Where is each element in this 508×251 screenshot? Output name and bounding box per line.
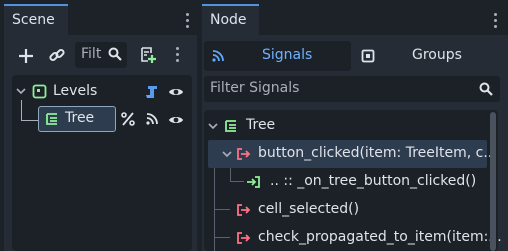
- scene-options-icon[interactable]: [176, 47, 180, 65]
- search-icon: [108, 47, 122, 61]
- tab-node-label: Node: [210, 12, 247, 28]
- tree-guide-line: [230, 181, 244, 182]
- chevron-down-icon[interactable]: [208, 121, 218, 131]
- tree-root-label: Tree: [246, 117, 276, 133]
- groups-icon: [361, 49, 375, 63]
- signal-row[interactable]: cell_selected(): [236, 200, 486, 220]
- node-menu-icon[interactable]: [494, 13, 498, 31]
- signal-icon: [236, 147, 251, 161]
- tree-connector: [21, 100, 38, 121]
- connection-label: .. :: _on_tree_button_clicked(): [270, 173, 477, 189]
- search-icon: [479, 82, 493, 96]
- tab-groups-label: Groups: [412, 47, 462, 63]
- signal-row-selected[interactable]: button_clicked(item: TreeItem, c...: [208, 140, 497, 168]
- scene-filter-placeholder: Filt: [81, 46, 102, 62]
- script-icon[interactable]: [144, 84, 160, 100]
- link-icon[interactable]: [48, 46, 66, 64]
- connection-icon: [246, 175, 261, 189]
- scrollbar-thumb[interactable]: [490, 112, 496, 251]
- signal-label: check_propagated_to_item(item:...: [258, 229, 502, 245]
- scene-node-label: Tree: [65, 110, 95, 126]
- tree-node-icon: [45, 112, 59, 126]
- scene-filter-input[interactable]: Filt: [75, 42, 127, 68]
- unique-name-icon[interactable]: [121, 112, 135, 126]
- signal-icon: [236, 203, 251, 217]
- tab-node[interactable]: Node: [202, 4, 259, 35]
- scene-node-tree[interactable]: Tree: [38, 106, 116, 132]
- chevron-down-icon[interactable]: [16, 86, 26, 96]
- tree-node-icon: [224, 119, 238, 133]
- scene-node-levels[interactable]: Levels: [32, 82, 142, 102]
- visibility-eye-icon[interactable]: [168, 114, 184, 126]
- tree-guide-line: [214, 209, 230, 210]
- node-2d-icon: [32, 84, 48, 100]
- tab-signals[interactable]: Signals: [204, 41, 351, 71]
- add-node-icon[interactable]: [17, 47, 35, 65]
- scene-menu-icon[interactable]: [186, 13, 190, 31]
- signal-row[interactable]: check_propagated_to_item(item:...: [236, 228, 502, 248]
- tab-scene[interactable]: Scene: [4, 4, 68, 35]
- signal-label: button_clicked(item: TreeItem, c...: [258, 145, 497, 161]
- signal-icon: [236, 231, 251, 245]
- tree-root-row[interactable]: Tree: [224, 116, 424, 136]
- signal-label: cell_selected(): [258, 201, 360, 217]
- tab-signals-label: Signals: [262, 47, 313, 63]
- tab-scene-label: Scene: [12, 12, 55, 28]
- chevron-down-icon[interactable]: [222, 149, 232, 159]
- connection-row[interactable]: .. :: _on_tree_button_clicked(): [246, 172, 486, 192]
- scene-node-label: Levels: [53, 83, 98, 99]
- tree-guide-line: [214, 237, 230, 238]
- attach-script-icon[interactable]: [139, 46, 157, 64]
- signals-icon[interactable]: [145, 112, 159, 126]
- visibility-eye-icon[interactable]: [168, 86, 184, 98]
- filter-signals-input[interactable]: Filter Signals: [204, 76, 500, 102]
- signals-icon: [211, 49, 225, 63]
- tab-groups[interactable]: Groups: [355, 41, 500, 71]
- filter-signals-placeholder: Filter Signals: [210, 80, 300, 96]
